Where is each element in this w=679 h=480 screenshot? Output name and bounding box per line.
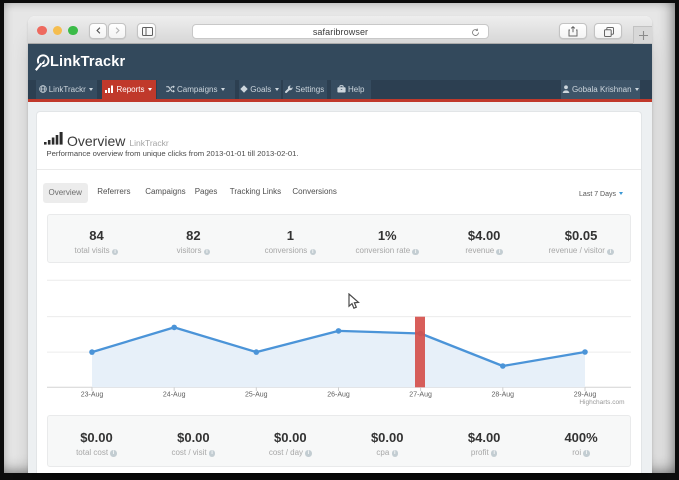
svg-text:29-Aug: 29-Aug <box>574 392 597 399</box>
svg-text:27-Aug: 27-Aug <box>409 392 432 399</box>
svg-text:26-Aug: 26-Aug <box>327 392 350 399</box>
svg-text:25-Aug: 25-Aug <box>245 392 268 399</box>
svg-text:28-Aug: 28-Aug <box>492 392 515 399</box>
svg-text:24-Aug: 24-Aug <box>163 392 186 399</box>
svg-text:23-Aug: 23-Aug <box>81 392 104 399</box>
svg-text:Highcharts.com: Highcharts.com <box>579 399 624 406</box>
